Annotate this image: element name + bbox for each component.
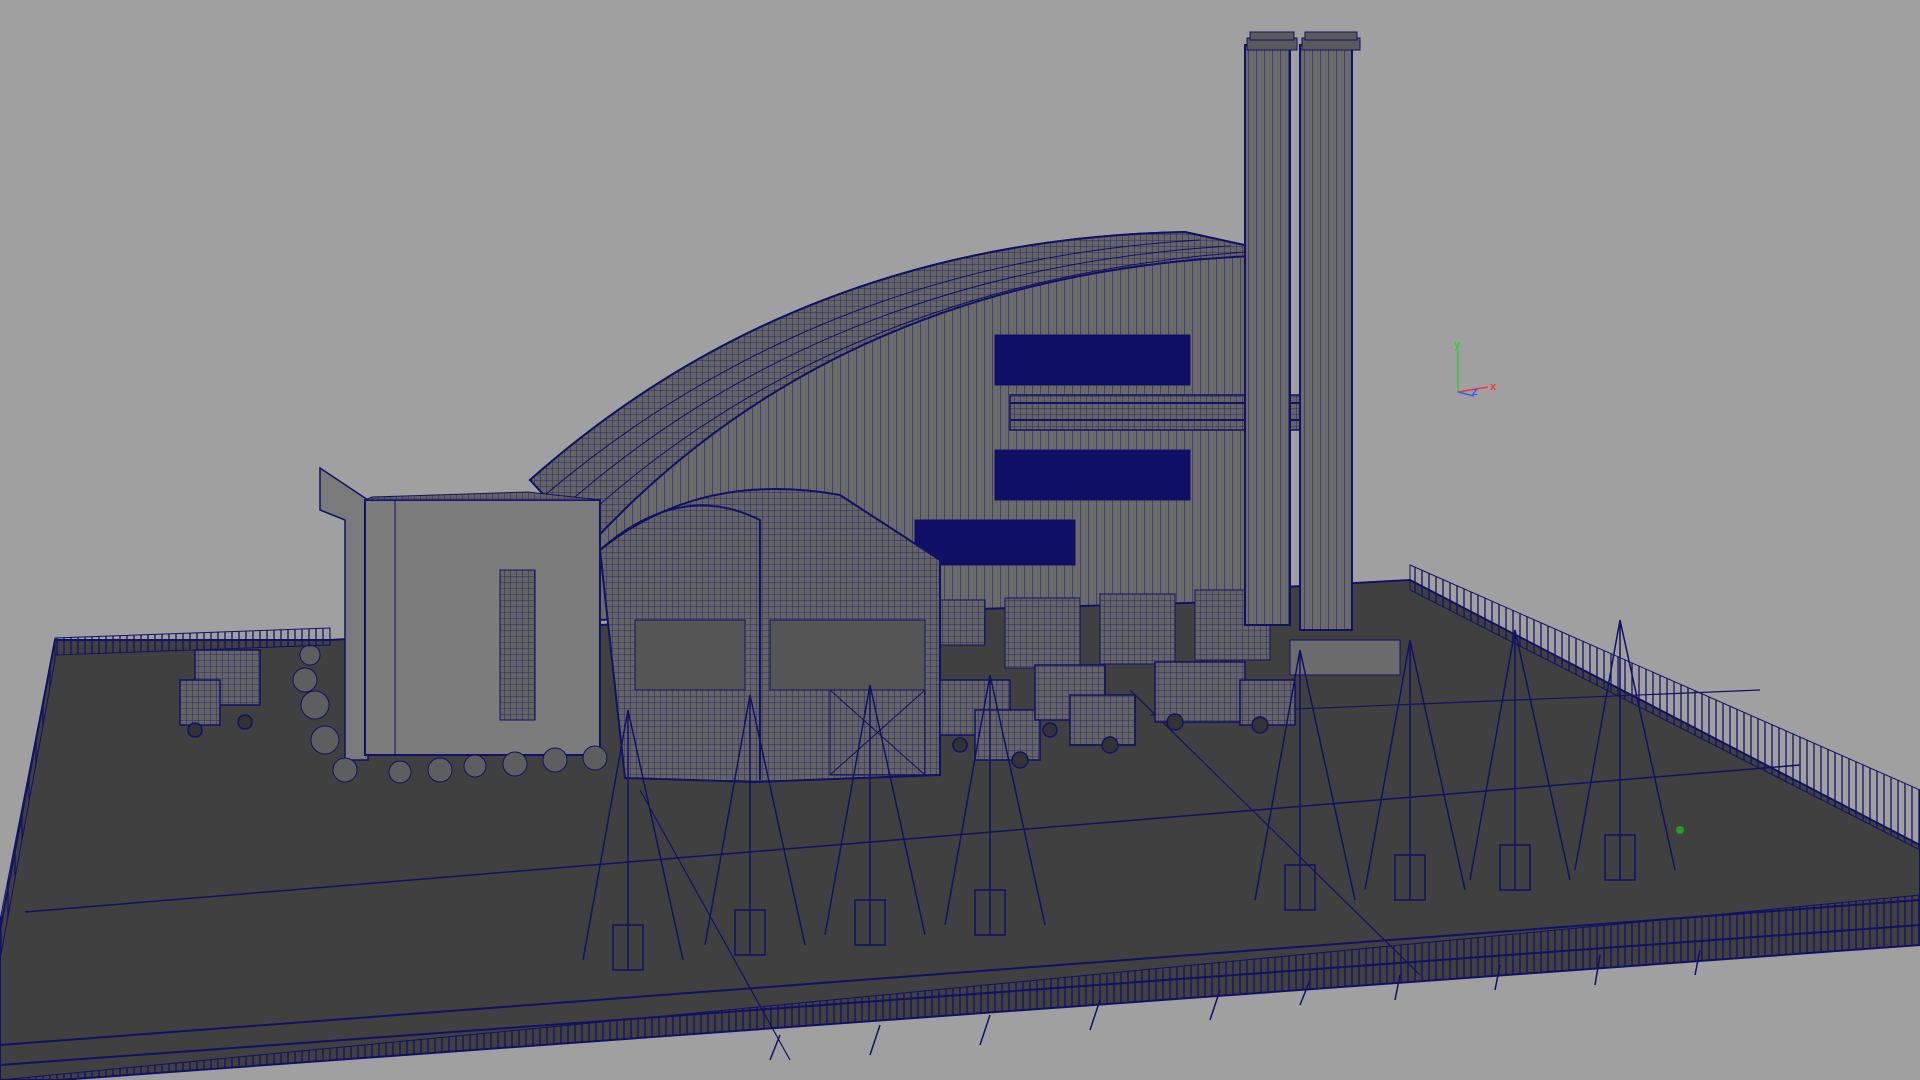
hall-window bbox=[994, 334, 1191, 386]
chimney[interactable] bbox=[1299, 31, 1361, 631]
axis-x-label: x bbox=[1490, 381, 1497, 393]
entrance-window bbox=[634, 619, 746, 691]
3d-viewport[interactable]: y x z bbox=[0, 0, 1920, 1080]
axis-z-label: z bbox=[1472, 386, 1478, 398]
entrance-window bbox=[769, 619, 926, 691]
axis-gizmo: y x z bbox=[1454, 339, 1497, 398]
object-marker bbox=[1676, 826, 1684, 834]
annex-window bbox=[499, 569, 536, 721]
chimney-plinth bbox=[1289, 639, 1401, 676]
bay-door bbox=[939, 599, 986, 646]
scene-wireframe[interactable]: y x z bbox=[0, 0, 1920, 1080]
axis-y-label: y bbox=[1454, 339, 1461, 351]
hall-window bbox=[994, 449, 1191, 501]
chimney[interactable] bbox=[1244, 31, 1298, 626]
bay-door bbox=[1099, 593, 1176, 665]
annex-building[interactable] bbox=[364, 499, 601, 756]
bay-door bbox=[1004, 597, 1081, 669]
